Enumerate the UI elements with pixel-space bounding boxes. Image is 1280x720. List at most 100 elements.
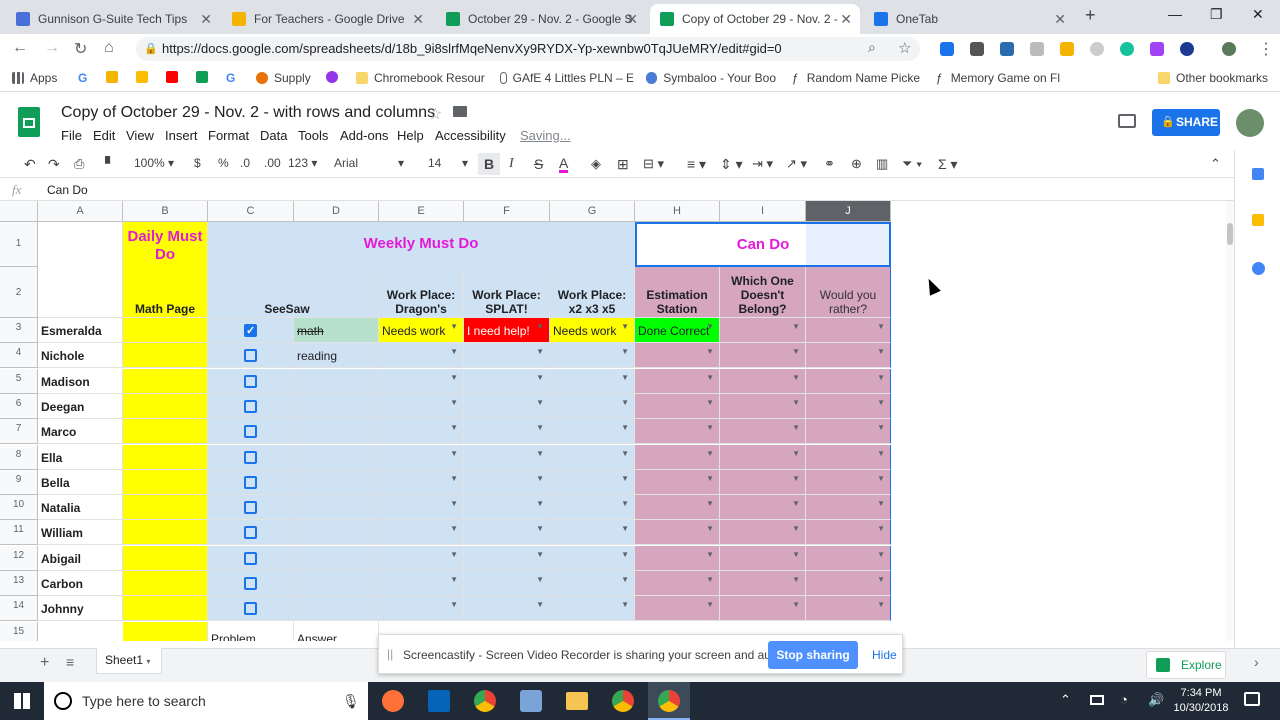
dropdown-arrow-icon[interactable]: ▼	[792, 474, 800, 483]
checkbox-unchecked[interactable]	[244, 602, 257, 616]
bookmark-supply[interactable]: Supply	[256, 71, 311, 85]
chrome-menu-icon[interactable]: ⋮	[1258, 39, 1274, 59]
dropdown-arrow-icon[interactable]: ▼	[706, 398, 714, 407]
taskbar-search-box[interactable]: Type here to search 🎙	[44, 682, 368, 720]
folder-icon[interactable]	[453, 106, 467, 117]
cell-f11[interactable]: ▼	[464, 520, 550, 546]
dropdown-arrow-icon[interactable]: ▼	[621, 347, 629, 356]
cell-g8[interactable]: ▼	[550, 444, 635, 470]
row-header-8[interactable]: 8	[0, 444, 38, 470]
cell-h9[interactable]: ▼	[635, 469, 720, 495]
cell-seesaw[interactable]: SeeSaw	[208, 267, 379, 318]
percent-format-button[interactable]: %	[218, 156, 229, 170]
cell-g6[interactable]: ▼	[550, 393, 635, 419]
dropdown-arrow-icon[interactable]: ▼	[792, 373, 800, 382]
dropdown-arrow-icon[interactable]: ▼	[621, 499, 629, 508]
cell-h3[interactable]: Done Correct ▼	[635, 318, 720, 343]
checkbox-unchecked[interactable]	[244, 425, 257, 439]
select-all-corner[interactable]	[0, 201, 38, 222]
cell-c3[interactable]	[208, 318, 294, 343]
dropdown-arrow-icon[interactable]: ▼	[706, 474, 714, 483]
cell-d15[interactable]: Answer	[294, 622, 379, 641]
wifi-icon[interactable]: ◔	[1120, 692, 1128, 707]
active-chrome-taskbar-item[interactable]	[648, 682, 690, 720]
minimize-icon[interactable]: —	[1168, 6, 1182, 22]
google-icon[interactable]: G	[78, 71, 87, 85]
volume-icon[interactable]: 🔊	[1148, 692, 1164, 708]
row-header-3[interactable]: 3	[0, 318, 38, 343]
column-header-g[interactable]: G	[550, 201, 635, 222]
cell-d12[interactable]	[294, 545, 379, 571]
menu-view[interactable]: View	[126, 128, 154, 143]
dropdown-arrow-icon[interactable]: ▼	[536, 322, 544, 331]
cell-g3[interactable]: Needs work ▼	[550, 318, 635, 343]
hide-banner-link[interactable]: Hide	[872, 648, 897, 662]
taskbar-clock[interactable]: 7:34 PM 10/30/2018	[1172, 686, 1230, 716]
microphone-icon[interactable]: 🎙	[342, 682, 360, 720]
profile-avatar[interactable]	[1222, 42, 1236, 56]
cell-h7[interactable]: ▼	[635, 419, 720, 445]
cell-i14[interactable]: ▼	[720, 596, 806, 622]
dropdown-arrow-icon[interactable]: ▼	[536, 524, 544, 533]
text-rotation-icon[interactable]: ↗ ▾	[786, 156, 807, 172]
checkbox-unchecked[interactable]	[244, 526, 257, 540]
bookmark-memory-game[interactable]: ƒ Memory Game on Fl	[936, 71, 1066, 85]
dropdown-arrow-icon[interactable]: ▼	[450, 600, 458, 609]
cell-c9[interactable]	[208, 469, 294, 495]
column-header-d[interactable]: D	[294, 201, 379, 222]
cell-c12[interactable]	[208, 545, 294, 571]
cell-c14[interactable]	[208, 596, 294, 622]
cell-j6[interactable]: ▼	[806, 393, 891, 419]
cell-i3[interactable]: ▼	[720, 318, 806, 343]
cell-d4[interactable]: reading	[294, 343, 379, 369]
bookmark-icon[interactable]	[326, 71, 344, 83]
dropdown-arrow-icon[interactable]: ▼	[621, 373, 629, 382]
row-header-2[interactable]: 2	[0, 267, 38, 318]
cell-i8[interactable]: ▼	[720, 444, 806, 470]
dropdown-arrow-icon[interactable]: ▼	[877, 550, 885, 559]
cell-d8[interactable]	[294, 444, 379, 470]
row-header-9[interactable]: 9	[0, 469, 38, 495]
cell-d5[interactable]	[294, 368, 379, 394]
cell-would-you-rather[interactable]: Would you rather?	[806, 267, 891, 318]
comment-icon[interactable]: ⊕	[851, 156, 862, 172]
dropdown-arrow-icon[interactable]: ▼	[706, 373, 714, 382]
reload-icon[interactable]: ↻	[74, 39, 87, 59]
dropdown-arrow-icon[interactable]: ▼	[706, 575, 714, 584]
cell-e4[interactable]: ▼	[379, 343, 464, 369]
text-color-button[interactable]: A	[559, 156, 569, 173]
menu-tools[interactable]: Tools	[298, 128, 328, 143]
extension-icon[interactable]	[970, 42, 984, 56]
dropdown-arrow-icon[interactable]: ▼	[450, 347, 458, 356]
windows-start-icon[interactable]	[14, 693, 30, 709]
filter-icon[interactable]: ⏷ ▾	[902, 156, 922, 172]
cell-a14[interactable]: Johnny	[38, 596, 123, 622]
cell-a3[interactable]: Esmeralda	[38, 318, 123, 343]
classroom-icon[interactable]	[196, 71, 214, 83]
cell-g14[interactable]: ▼	[550, 596, 635, 622]
cell-e13[interactable]: ▼	[379, 571, 464, 596]
row-header-1[interactable]: 1	[0, 222, 38, 267]
row-header-5[interactable]: 5	[0, 368, 38, 394]
cell-h10[interactable]: ▼	[635, 495, 720, 521]
cell-f10[interactable]: ▼	[464, 495, 550, 521]
cell-e8[interactable]: ▼	[379, 444, 464, 470]
cell-j3[interactable]: ▼	[806, 318, 891, 343]
dropdown-arrow-icon[interactable]: ▼	[792, 347, 800, 356]
menu-insert[interactable]: Insert	[165, 128, 198, 143]
dropdown-arrow-icon[interactable]: ▼	[536, 550, 544, 559]
checkbox-unchecked[interactable]	[244, 551, 257, 565]
cell-d10[interactable]	[294, 495, 379, 521]
zoom-select[interactable]: 100% ▾	[134, 156, 174, 170]
tab-october[interactable]: October 29 - Nov. 2 - Google S ✕	[436, 4, 646, 34]
checkbox-unchecked[interactable]	[244, 577, 257, 590]
checkbox-unchecked[interactable]	[244, 349, 257, 363]
dropdown-arrow-icon[interactable]: ▼	[621, 524, 629, 533]
cell-d3[interactable]: math	[294, 318, 379, 343]
close-icon[interactable]: ✕	[840, 11, 852, 28]
dropdown-arrow-icon[interactable]: ▼	[450, 322, 458, 331]
cell-g12[interactable]: ▼	[550, 545, 635, 571]
cell-f3[interactable]: I need help! ▼	[464, 318, 550, 343]
cell-math-page[interactable]: Math Page	[123, 267, 208, 318]
cell-e3[interactable]: Needs work ▼	[379, 318, 464, 343]
